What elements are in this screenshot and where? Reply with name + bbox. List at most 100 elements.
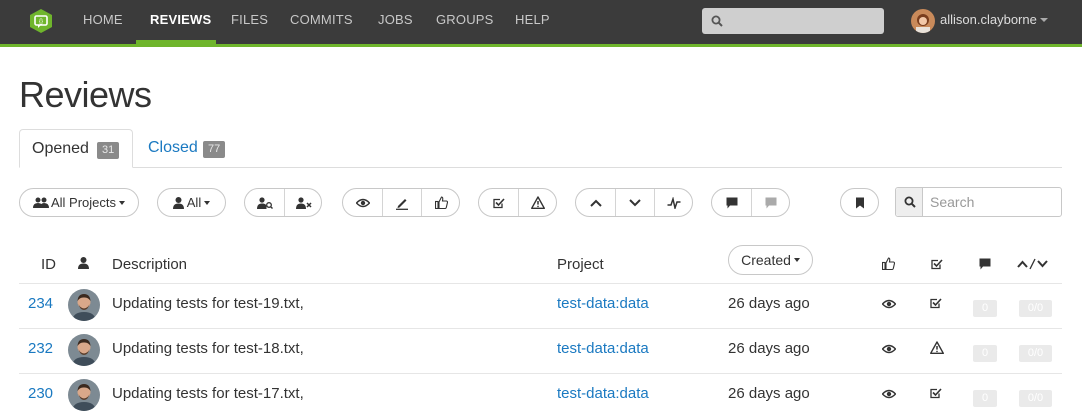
check-square-icon bbox=[930, 298, 942, 309]
user-menu-name[interactable]: allison.clayborne bbox=[940, 12, 1037, 27]
project-link[interactable]: test-data:data bbox=[557, 295, 649, 312]
filter-voted-up-button[interactable] bbox=[576, 189, 615, 216]
nav-search-input[interactable] bbox=[702, 8, 884, 34]
review-id-link[interactable]: 232 bbox=[28, 340, 53, 357]
review-id-link[interactable]: 230 bbox=[28, 385, 53, 402]
filter-has-comments-button[interactable] bbox=[712, 189, 751, 216]
caret-down-icon bbox=[793, 258, 800, 262]
state-filter-group bbox=[342, 188, 460, 217]
sort-dropdown-button[interactable]: Created bbox=[728, 245, 813, 275]
nav-groups[interactable]: GROUPS bbox=[436, 0, 494, 44]
filter-needs-revision-button[interactable] bbox=[382, 189, 421, 216]
nav-commits[interactable]: COMMITS bbox=[290, 0, 353, 44]
nav-jobs[interactable]: JOBS bbox=[378, 0, 413, 44]
created-time: 26 days ago bbox=[728, 295, 810, 312]
test-status-indicator bbox=[930, 341, 944, 359]
tab-closed[interactable]: Closed 77 bbox=[135, 129, 245, 168]
warning-icon bbox=[531, 196, 545, 209]
pulse-icon bbox=[667, 196, 681, 209]
column-header-description: Description bbox=[112, 256, 188, 273]
swarm-logo-icon[interactable]: {} bbox=[29, 8, 53, 34]
nav-reviews[interactable]: REVIEWS bbox=[150, 0, 211, 44]
test-filter-group bbox=[478, 188, 557, 217]
project-link[interactable]: test-data:data bbox=[557, 385, 649, 402]
author-avatar[interactable] bbox=[68, 379, 100, 411]
eye-icon bbox=[881, 299, 897, 309]
filter-no-votes-button[interactable] bbox=[654, 189, 693, 216]
svg-text:{}: {} bbox=[39, 19, 43, 25]
user-filter-dropdown[interactable]: All bbox=[157, 188, 226, 217]
project-filter-dropdown[interactable]: All Projects bbox=[19, 188, 139, 217]
author-avatar[interactable] bbox=[68, 289, 100, 321]
search-icon bbox=[711, 15, 723, 27]
top-navbar: {} HOME REVIEWS FILES COMMITS JOBS GROUP… bbox=[0, 0, 1082, 44]
chevron-down-icon bbox=[629, 198, 641, 206]
comment-count: 0 bbox=[973, 300, 997, 317]
column-header-project: Project bbox=[557, 256, 604, 273]
filter-tests-fail-button[interactable] bbox=[518, 189, 557, 216]
eye-icon bbox=[355, 198, 370, 207]
user-search-icon bbox=[256, 196, 273, 209]
created-time: 26 days ago bbox=[728, 385, 810, 402]
review-description[interactable]: Updating tests for test-17.txt, bbox=[112, 385, 304, 402]
comment-filter-group bbox=[711, 188, 790, 217]
author-column-user-icon bbox=[78, 257, 89, 269]
eye-icon bbox=[881, 389, 897, 399]
sort-dropdown-label: Created bbox=[741, 252, 791, 268]
page-title: Reviews bbox=[19, 74, 152, 115]
nav-help[interactable]: HELP bbox=[515, 0, 550, 44]
review-search-input[interactable] bbox=[924, 188, 1060, 216]
comment-icon bbox=[979, 258, 991, 270]
chevron-down-icon[interactable] bbox=[1040, 18, 1048, 22]
review-search-group bbox=[895, 187, 1062, 217]
filter-user-participating-button[interactable] bbox=[245, 189, 284, 216]
review-id-link[interactable]: 234 bbox=[28, 295, 53, 312]
row-divider bbox=[19, 283, 1062, 284]
tab-opened[interactable]: Opened 31 bbox=[19, 129, 133, 168]
filter-needs-review-button[interactable] bbox=[343, 189, 382, 216]
comment-icon bbox=[726, 197, 737, 208]
nav-home[interactable]: HOME bbox=[83, 0, 123, 44]
bookmark-button[interactable] bbox=[840, 188, 879, 217]
vote-filter-group bbox=[575, 188, 693, 217]
search-addon bbox=[896, 188, 923, 216]
filter-no-comments-button[interactable] bbox=[751, 189, 790, 216]
navbar-accent-line bbox=[0, 44, 1082, 47]
user-remove-icon bbox=[295, 196, 312, 209]
vote-count: 0/0 bbox=[1019, 345, 1052, 362]
check-square-icon bbox=[930, 388, 942, 399]
review-state-indicator bbox=[881, 296, 897, 314]
caret-down-icon bbox=[119, 200, 126, 205]
project-filter-label: All Projects bbox=[50, 195, 117, 210]
filter-user-not-participating-button[interactable] bbox=[284, 189, 322, 216]
filter-tests-pass-button[interactable] bbox=[479, 189, 518, 216]
test-status-indicator bbox=[930, 296, 942, 314]
review-description[interactable]: Updating tests for test-18.txt, bbox=[112, 340, 304, 357]
vote-count: 0/0 bbox=[1019, 390, 1052, 407]
row-divider bbox=[19, 328, 1062, 329]
search-icon bbox=[904, 196, 916, 208]
review-state-indicator bbox=[881, 341, 897, 359]
chevron-up-icon bbox=[589, 199, 602, 207]
filter-approved-button[interactable] bbox=[421, 189, 460, 216]
check-square-icon bbox=[931, 259, 943, 270]
author-avatar[interactable] bbox=[68, 334, 100, 366]
warning-icon bbox=[930, 341, 944, 354]
nav-files[interactable]: FILES bbox=[231, 0, 268, 44]
test-status-indicator bbox=[930, 386, 942, 404]
review-description[interactable]: Updating tests for test-19.txt, bbox=[112, 295, 304, 312]
project-link[interactable]: test-data:data bbox=[557, 340, 649, 357]
comment-count: 0 bbox=[973, 345, 997, 362]
created-time: 26 days ago bbox=[728, 340, 810, 357]
row-divider bbox=[19, 373, 1062, 374]
users-icon bbox=[32, 197, 49, 208]
eye-icon bbox=[881, 344, 897, 354]
tab-opened-label: Opened bbox=[32, 140, 89, 157]
thumbs-up-icon bbox=[434, 196, 448, 209]
bookmark-icon bbox=[855, 197, 864, 208]
tab-closed-label: Closed bbox=[148, 139, 198, 156]
filter-voted-down-button[interactable] bbox=[615, 189, 654, 216]
opened-count-badge: 31 bbox=[97, 142, 120, 159]
user-avatar[interactable] bbox=[911, 9, 935, 33]
user-icon bbox=[172, 196, 184, 209]
